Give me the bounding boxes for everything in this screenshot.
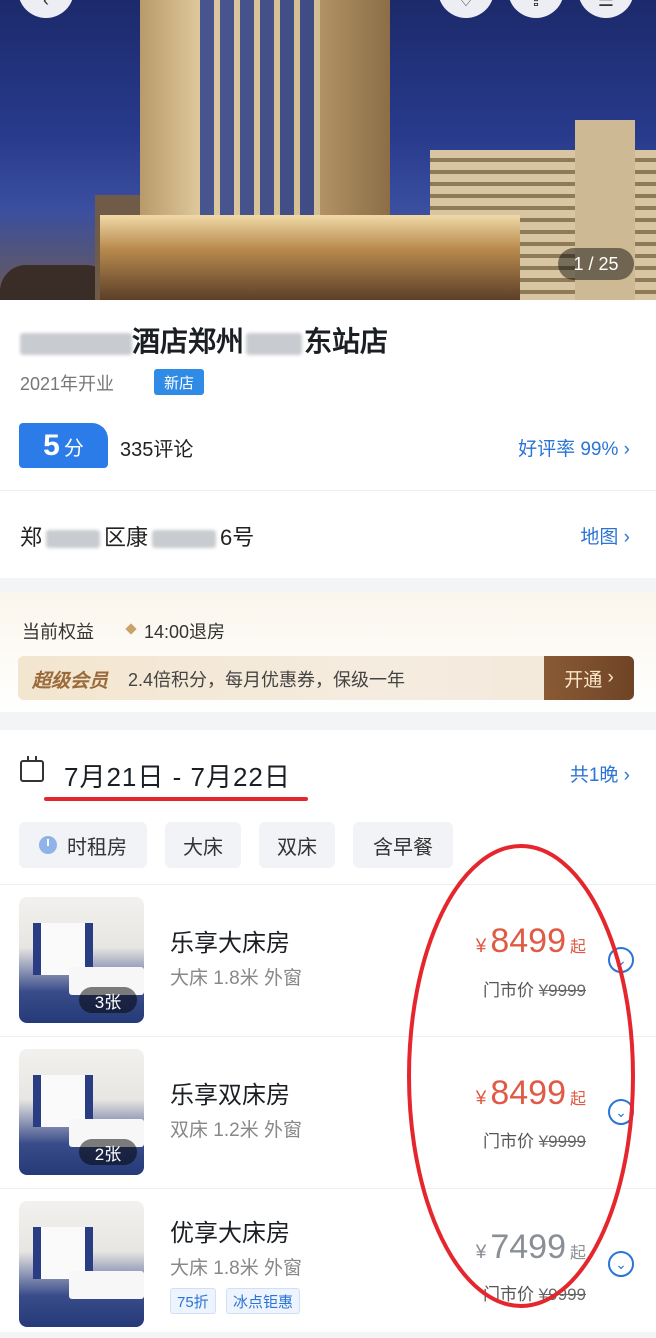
- divider: [0, 490, 656, 491]
- back-icon[interactable]: ‹: [18, 0, 74, 18]
- room-photo[interactable]: 2张: [19, 1049, 144, 1175]
- vip-tag: 超级会员: [32, 671, 109, 692]
- photo-counter: 1 / 25: [558, 248, 634, 280]
- room-photo[interactable]: 3张: [19, 897, 144, 1023]
- new-hotel-badge: 新店: [154, 369, 205, 395]
- room-name: 优享大床房: [170, 1220, 290, 1247]
- room-description: 双床 1.2米 外窗: [170, 1120, 302, 1141]
- review-count[interactable]: 335评论: [120, 433, 193, 462]
- filter-chip-twin-bed[interactable]: 双床: [259, 822, 335, 868]
- room-price: ¥8499 起: [475, 922, 586, 960]
- redacted-text: [152, 530, 217, 549]
- annotation-underline: [44, 797, 308, 801]
- original-price: 门市价 ¥9999: [482, 981, 586, 1000]
- chevron-down-icon[interactable]: ⌄: [608, 1099, 634, 1125]
- discount-tag: 75折: [170, 1288, 216, 1314]
- redacted-text: [246, 332, 303, 355]
- original-price: 门市价 ¥9999: [482, 1285, 586, 1304]
- perks-title: 当前权益: [22, 622, 94, 642]
- room-description: 大床 1.8米 外窗: [170, 968, 302, 989]
- hotel-photo-carousel[interactable]: ‹ ♡ ⇪ ☰ 1 / 25: [0, 0, 656, 300]
- clock-icon: [39, 836, 57, 854]
- hotel-address[interactable]: 郑区康 6号: [20, 520, 254, 552]
- redacted-text: [46, 530, 101, 549]
- good-rate-link[interactable]: 好评率 99% ›: [518, 434, 630, 461]
- perk-item: 14:00退房: [144, 622, 226, 642]
- calendar-icon: [20, 756, 44, 782]
- rating-score[interactable]: 5 分: [19, 423, 108, 468]
- room-price: ¥8499 起: [475, 1074, 586, 1112]
- vip-open-button[interactable]: 开通 ›: [544, 656, 634, 700]
- filter-chip-king-bed[interactable]: 大床: [165, 822, 241, 868]
- room-price: ¥7499 起: [475, 1228, 586, 1266]
- more-icon[interactable]: ☰: [578, 0, 634, 18]
- photo-count-badge: 2张: [79, 1139, 137, 1165]
- chevron-down-icon[interactable]: ⌄: [608, 947, 634, 973]
- vip-description: 2.4倍积分，每月优惠券，保级一年: [128, 670, 406, 690]
- open-year: 2021年开业: [20, 374, 115, 394]
- room-name: 乐享大床房: [170, 930, 290, 957]
- promo-tag: 冰点钜惠: [226, 1288, 301, 1314]
- redacted-text: [20, 332, 132, 355]
- filter-chip-hourly[interactable]: 时租房: [19, 822, 147, 868]
- favorite-icon[interactable]: ♡: [438, 0, 494, 18]
- original-price: 门市价 ¥9999: [482, 1132, 586, 1151]
- filter-chip-breakfast[interactable]: 含早餐: [353, 822, 453, 868]
- room-description: 大床 1.8米 外窗: [170, 1258, 302, 1279]
- nights-count[interactable]: 共1晚 ›: [570, 760, 630, 787]
- photo-count-badge: 3张: [79, 987, 137, 1013]
- chevron-down-icon[interactable]: ⌄: [608, 1251, 634, 1277]
- room-name: 乐享双床房: [170, 1082, 290, 1109]
- room-photo[interactable]: [19, 1201, 144, 1327]
- hotel-name: 酒店郑州 东站店: [20, 320, 388, 360]
- date-range-selector[interactable]: 7月21日 - 7月22日: [64, 757, 291, 794]
- share-icon[interactable]: ⇪: [508, 0, 564, 18]
- map-link[interactable]: 地图 ›: [580, 522, 630, 549]
